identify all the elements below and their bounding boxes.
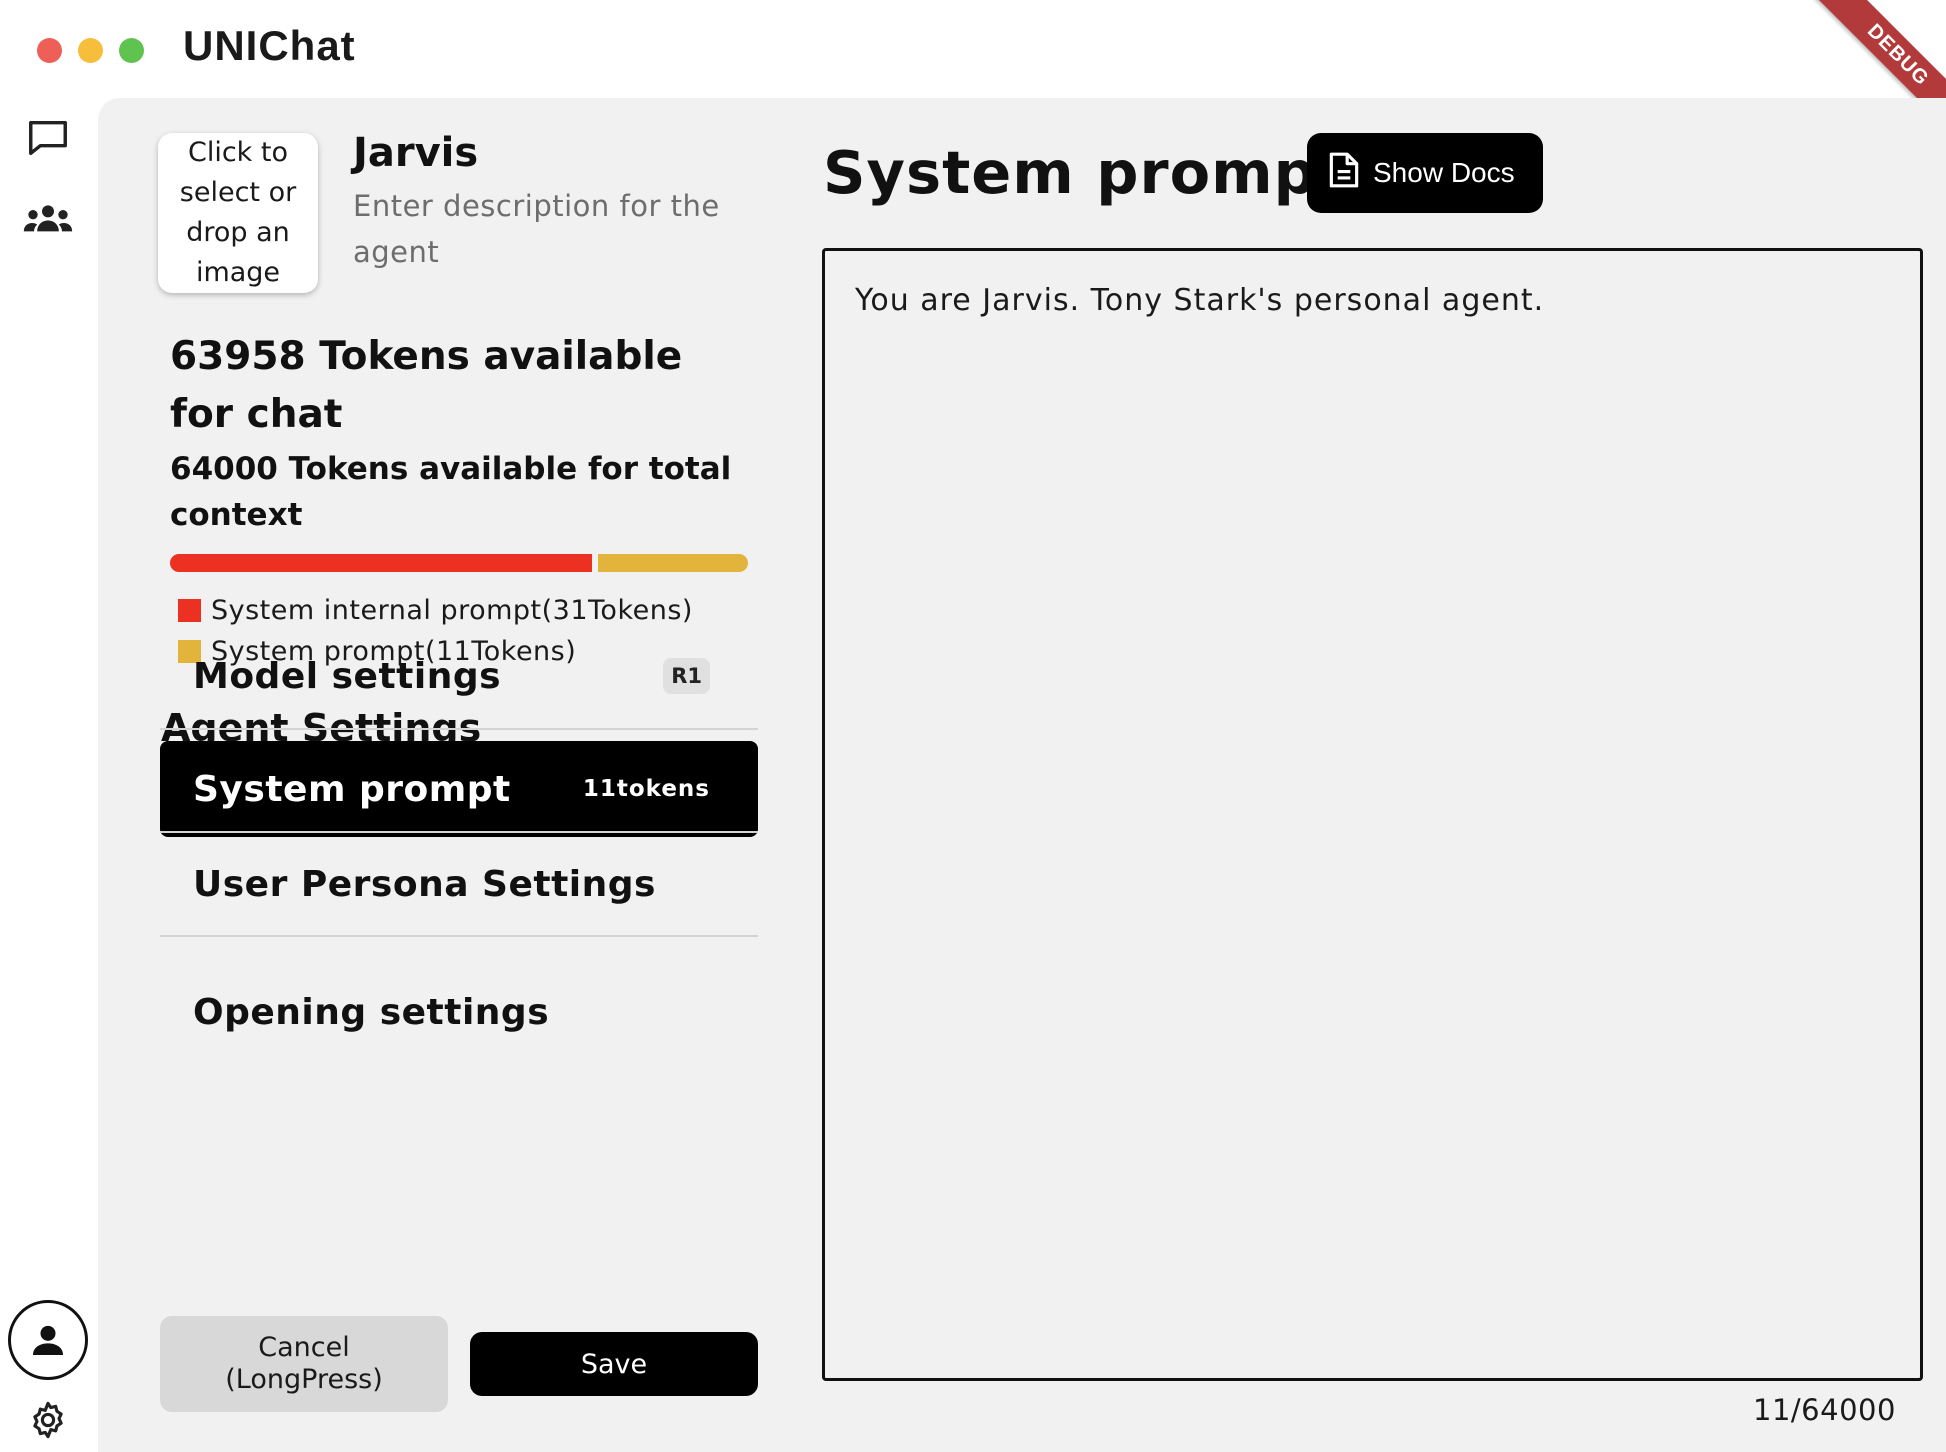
minimize-window-button[interactable] xyxy=(78,38,103,63)
token-usage-bar xyxy=(170,554,748,572)
token-bar-prompt-segment xyxy=(598,554,748,572)
legend-swatch-internal xyxy=(178,599,201,622)
chat-bubble-icon[interactable] xyxy=(22,112,74,164)
gear-icon[interactable] xyxy=(22,1394,74,1446)
menu-item-label: Opening settings xyxy=(193,991,550,1033)
editor-title: System prompt xyxy=(823,138,1347,207)
chat-tokens-available: 63958 Tokens available for chat xyxy=(170,334,683,437)
menu-item-label: Model settings xyxy=(193,655,502,697)
menu-item-user-persona[interactable]: User Persona Settings xyxy=(160,836,758,932)
group-icon[interactable] xyxy=(22,196,74,240)
agent-name[interactable]: Jarvis xyxy=(353,130,478,176)
save-button[interactable]: Save xyxy=(470,1332,758,1396)
total-context-tokens: 64000 Tokens available for total context xyxy=(170,451,732,533)
menu-item-system-prompt[interactable]: System prompt 11tokens xyxy=(160,741,758,837)
user-avatar-icon[interactable] xyxy=(8,1300,88,1380)
menu-divider xyxy=(160,831,758,833)
legend-item: System internal prompt(31Tokens) xyxy=(178,590,693,631)
cancel-button[interactable]: Cancel (LongPress) xyxy=(160,1316,448,1412)
agent-description-field[interactable]: Enter description for the agent xyxy=(353,183,773,275)
app-title: UNIChat xyxy=(183,22,356,69)
menu-item-opening-settings[interactable]: Opening settings xyxy=(160,964,758,1060)
menu-divider xyxy=(160,728,758,730)
legend-label: System internal prompt(31Tokens) xyxy=(211,595,693,626)
token-bar-internal-segment xyxy=(170,554,592,572)
character-counter: 11/64000 xyxy=(1753,1393,1896,1427)
show-docs-label: Show Docs xyxy=(1373,157,1515,188)
model-badge: R1 xyxy=(663,658,710,694)
tokens-badge: 11tokens xyxy=(582,776,710,802)
show-docs-button[interactable]: Show Docs xyxy=(1307,133,1543,213)
menu-item-label: User Persona Settings xyxy=(193,863,656,905)
menu-item-label: System prompt xyxy=(193,768,511,810)
document-icon xyxy=(1327,151,1361,196)
maximize-window-button[interactable] xyxy=(119,38,144,63)
menu-item-model-settings[interactable]: Model settings R1 xyxy=(160,628,758,724)
close-window-button[interactable] xyxy=(37,38,62,63)
app-window: UNIChat DEBUG Click to select or drop an xyxy=(0,0,1946,1452)
system-prompt-textarea[interactable]: You are Jarvis. Tony Stark's personal ag… xyxy=(822,248,1923,1381)
window-controls xyxy=(37,38,144,63)
agent-image-dropzone[interactable]: Click to select or drop an image xyxy=(158,133,318,293)
agent-editor-panel: Click to select or drop an image Jarvis … xyxy=(98,98,1946,1452)
menu-divider xyxy=(160,935,758,937)
